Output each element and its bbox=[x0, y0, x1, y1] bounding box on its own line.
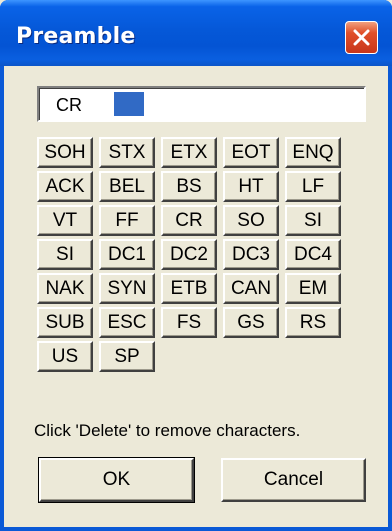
char-button[interactable]: DC4 bbox=[285, 239, 341, 270]
preamble-dialog: Preamble CR SOH STX ETX EOT ENQ ACK BEL BS HT LF V… bbox=[0, 0, 392, 531]
char-button[interactable]: SYN bbox=[99, 273, 155, 304]
char-button[interactable]: SI bbox=[285, 205, 341, 236]
preamble-field[interactable]: CR bbox=[37, 86, 366, 122]
char-button[interactable]: SUB bbox=[37, 307, 93, 338]
close-x-icon bbox=[353, 29, 370, 46]
char-button[interactable]: ETX bbox=[161, 137, 217, 168]
char-button[interactable]: SOH bbox=[37, 137, 93, 168]
char-button[interactable]: STX bbox=[99, 137, 155, 168]
char-button[interactable]: GS bbox=[223, 307, 279, 338]
dialog-content: CR SOH STX ETX EOT ENQ ACK BEL BS HT LF VT FF CR SO SI… bbox=[4, 66, 388, 527]
char-button[interactable]: ETB bbox=[161, 273, 217, 304]
close-button[interactable] bbox=[345, 21, 378, 54]
delete-hint: Click 'Delete' to remove characters. bbox=[34, 421, 301, 440]
char-button[interactable]: VT bbox=[37, 205, 93, 236]
char-button[interactable]: DC3 bbox=[223, 239, 279, 270]
char-button[interactable]: US bbox=[37, 341, 93, 372]
char-button[interactable]: DC1 bbox=[99, 239, 155, 270]
text-selection-highlight bbox=[114, 92, 144, 116]
char-button[interactable]: ENQ bbox=[285, 137, 341, 168]
char-button[interactable]: ESC bbox=[99, 307, 155, 338]
char-button[interactable]: NAK bbox=[37, 273, 93, 304]
char-button[interactable]: FF bbox=[99, 205, 155, 236]
char-button[interactable]: HT bbox=[223, 171, 279, 202]
char-button[interactable]: SI bbox=[37, 239, 93, 270]
char-button[interactable]: CAN bbox=[223, 273, 279, 304]
char-button[interactable]: CR bbox=[161, 205, 217, 236]
char-button[interactable]: DC2 bbox=[161, 239, 217, 270]
char-button[interactable]: FS bbox=[161, 307, 217, 338]
char-button[interactable]: RS bbox=[285, 307, 341, 338]
char-button[interactable]: SP bbox=[99, 341, 155, 372]
cancel-button[interactable]: Cancel bbox=[221, 458, 366, 502]
ok-button[interactable]: OK bbox=[38, 457, 195, 503]
window-title: Preamble bbox=[16, 24, 136, 49]
char-button[interactable]: LF bbox=[285, 171, 341, 202]
char-button[interactable]: BEL bbox=[99, 171, 155, 202]
char-button[interactable]: SO bbox=[223, 205, 279, 236]
title-bar[interactable]: Preamble bbox=[0, 0, 392, 66]
char-button[interactable]: EM bbox=[285, 273, 341, 304]
preamble-value: CR bbox=[56, 95, 82, 115]
char-button[interactable]: EOT bbox=[223, 137, 279, 168]
char-button[interactable]: ACK bbox=[37, 171, 93, 202]
char-button[interactable]: BS bbox=[161, 171, 217, 202]
